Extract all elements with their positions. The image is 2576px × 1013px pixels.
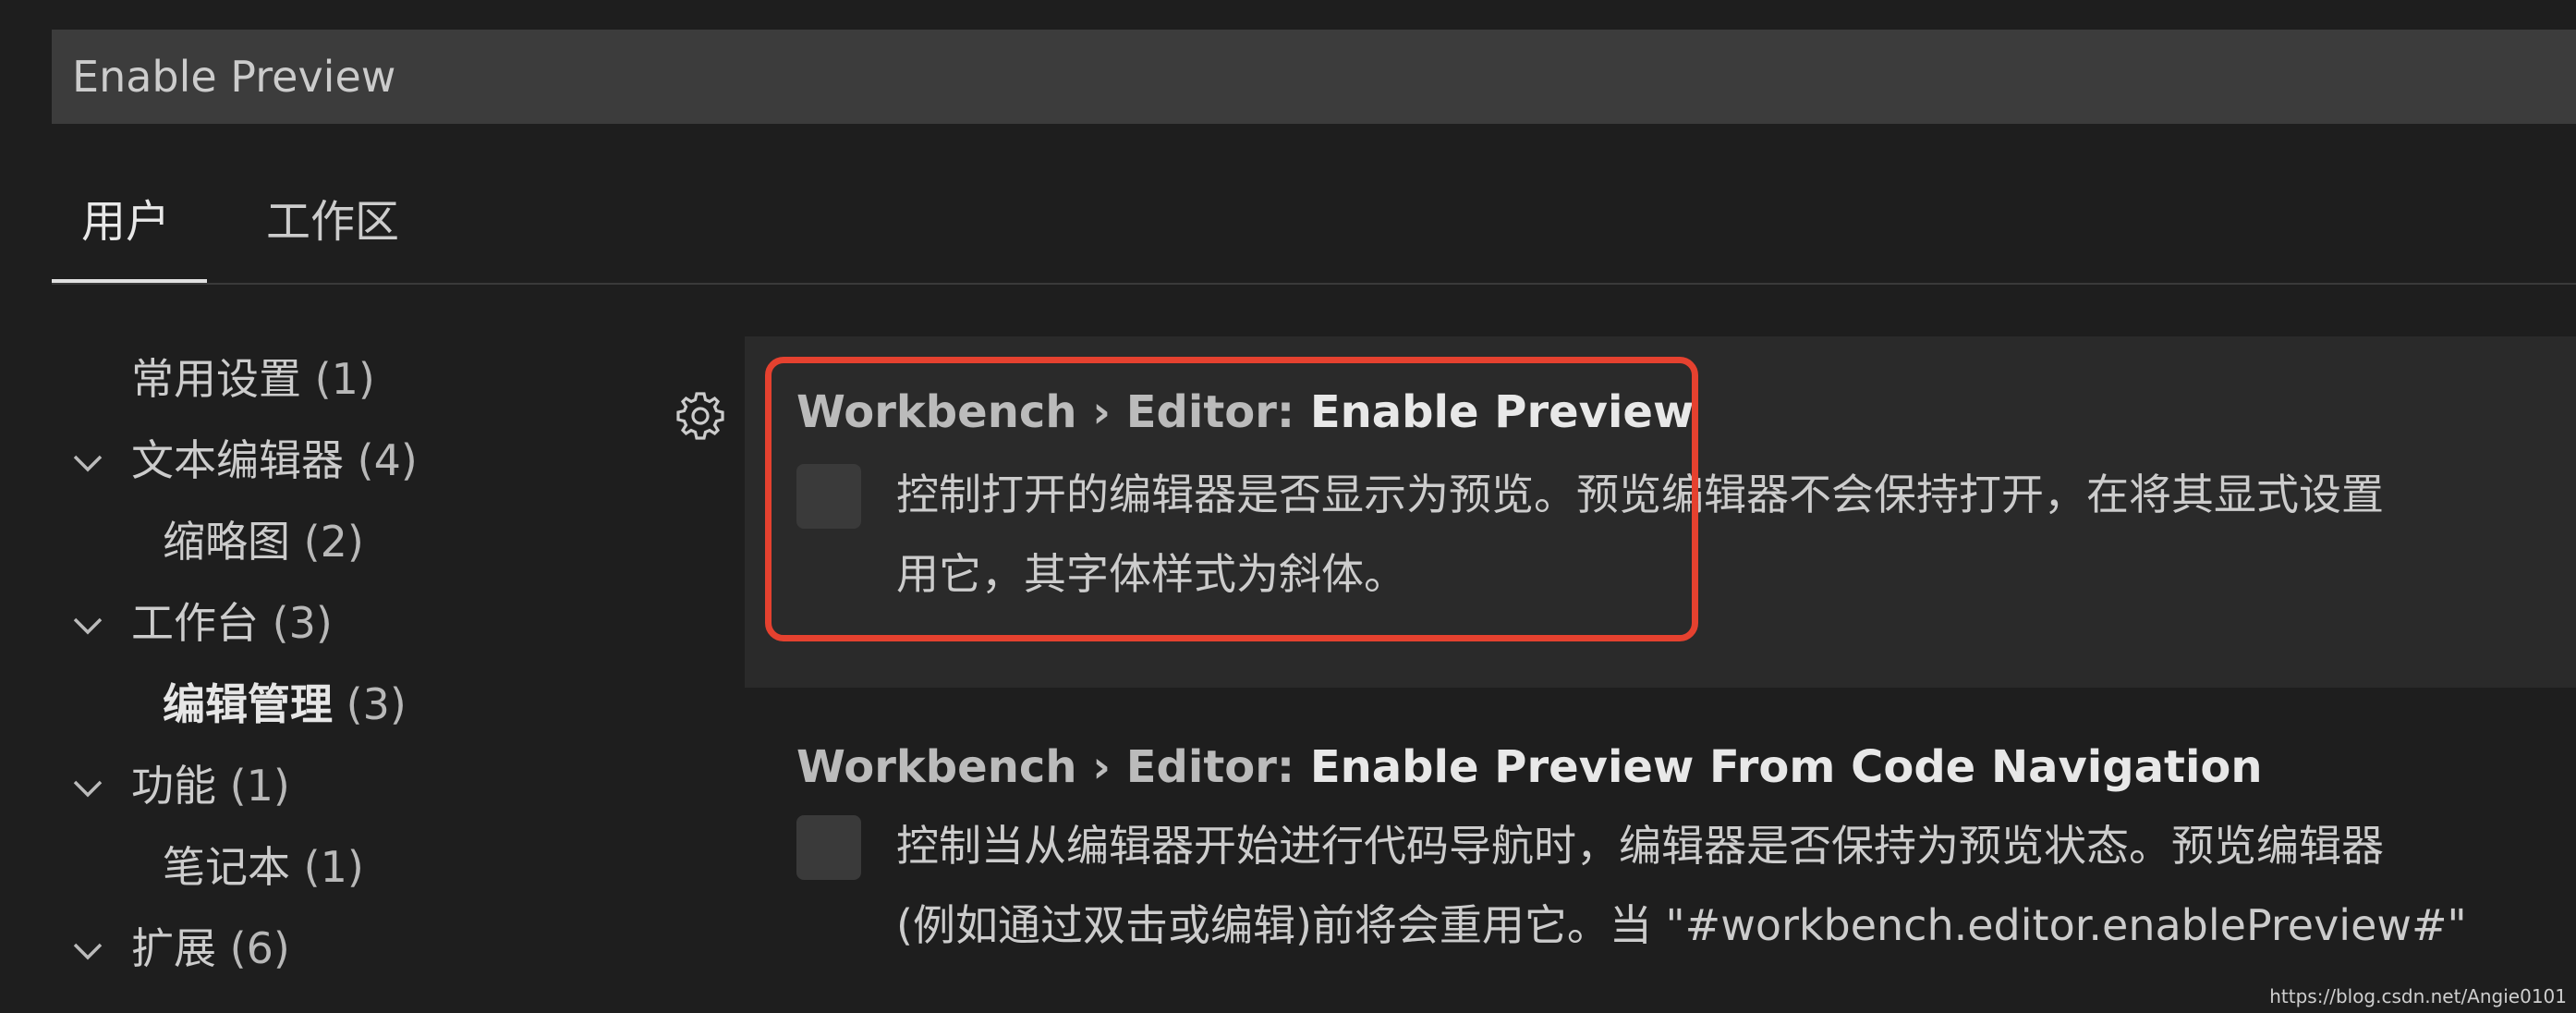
chevron-down-icon[interactable] <box>72 773 103 804</box>
setting-row-enable-preview-from-code-navigation: Workbench › Editor: Enable Preview From … <box>745 688 2576 1013</box>
toc-item-features[interactable]: 功能 (1) <box>131 749 290 823</box>
highlight-annotation-box <box>765 357 1698 641</box>
toc-item-common[interactable]: 常用设置 (1) <box>131 342 375 416</box>
enable-preview-from-code-navigation-checkbox[interactable] <box>796 815 861 880</box>
toc-item-label: 功能 <box>131 761 216 811</box>
setting-name: Enable Preview From Code Navigation <box>1309 741 2263 793</box>
setting-description-line: 控制当从编辑器开始进行代码导航时，编辑器是否保持为预览状态。预览编辑器 <box>896 821 2384 871</box>
toc-item-count: (2) <box>303 517 364 567</box>
toc-item-count: (1) <box>314 354 375 404</box>
setting-description-line: (例如通过双击或编辑)前将会重用它。当 "#workbench.editor.e… <box>896 900 2467 950</box>
setting-title: Workbench › Editor: Enable Preview From … <box>796 741 2263 793</box>
gear-icon[interactable] <box>673 388 728 444</box>
settings-scope-tabs: 用户 工作区 <box>52 176 2576 283</box>
toc-item-count: (4) <box>357 435 418 485</box>
toc-item-label: 工作台 <box>131 598 259 648</box>
toc-item-minimap[interactable]: 缩略图 (2) <box>163 505 364 579</box>
settings-editor: 用户 工作区 常用设置 (1) 文本编辑器 (4) 缩略图 (2) 工作台 (3… <box>0 0 2576 1013</box>
tab-user[interactable]: 用户 <box>52 194 207 283</box>
toc-item-extensions[interactable]: 扩展 (6) <box>131 911 290 985</box>
toc-item-editor-management[interactable]: 编辑管理 (3) <box>163 667 407 741</box>
toc-item-label: 文本编辑器 <box>131 435 344 485</box>
toc-item-label: 编辑管理 <box>163 679 333 729</box>
toc-item-count: (3) <box>272 598 333 648</box>
chevron-down-icon[interactable] <box>72 935 103 967</box>
settings-search-input[interactable] <box>52 30 2576 124</box>
toc-item-text-editor[interactable]: 文本编辑器 (4) <box>131 423 418 497</box>
watermark-text: https://blog.csdn.net/Angie0101 <box>2269 985 2567 1007</box>
toc-item-notebook[interactable]: 笔记本 (1) <box>163 830 364 904</box>
tabs-divider <box>52 283 2576 285</box>
toc-item-count: (1) <box>229 761 290 811</box>
toc-item-count: (3) <box>346 679 407 729</box>
tab-workspace[interactable]: 工作区 <box>237 194 429 283</box>
toc-item-count: (1) <box>303 842 364 892</box>
toc-item-label: 扩展 <box>131 923 216 973</box>
setting-category: Workbench › Editor: <box>796 741 1310 793</box>
chevron-down-icon[interactable] <box>72 610 103 641</box>
toc-item-label: 常用设置 <box>131 354 301 404</box>
toc-item-count: (6) <box>229 923 290 973</box>
toc-item-label: 缩略图 <box>163 517 290 567</box>
toc-item-label: 笔记本 <box>163 842 290 892</box>
toc-item-workbench[interactable]: 工作台 (3) <box>131 586 333 660</box>
chevron-down-icon[interactable] <box>72 447 103 479</box>
